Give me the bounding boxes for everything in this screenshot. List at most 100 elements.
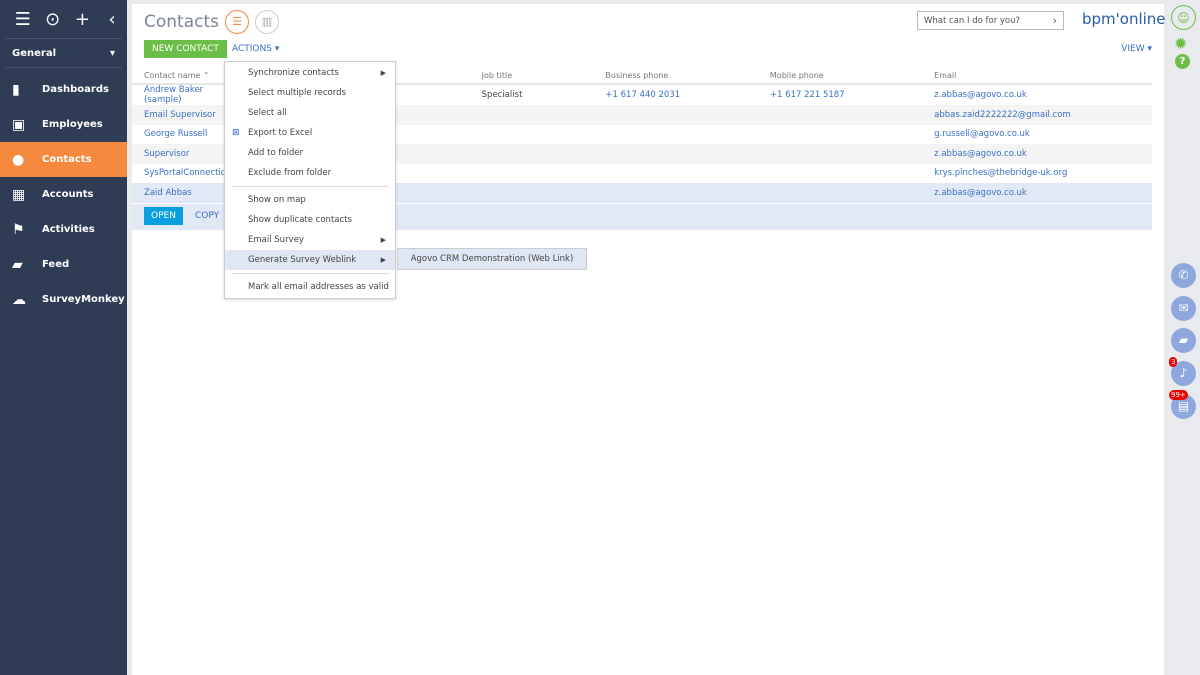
sidebar: ☰ ⊙ + ‹ General ▾ ▮ Dashboards ▣ Employees ● C… xyxy=(0,0,127,675)
flag-icon: ⚑ xyxy=(12,221,25,238)
column-header[interactable]: Email xyxy=(934,68,1152,85)
menu-item-label: Select all xyxy=(248,108,287,118)
list-view-icon[interactable]: ☰ xyxy=(225,10,249,34)
table-cell[interactable] xyxy=(605,144,770,164)
sidebar-item-employees[interactable]: ▣ Employees xyxy=(0,107,127,142)
play-icon[interactable]: ⊙ xyxy=(38,9,68,30)
table-cell xyxy=(482,125,606,145)
logo: bpm'online xyxy=(1082,10,1166,28)
sidebar-item-dashboards[interactable]: ▮ Dashboards xyxy=(0,72,127,107)
table-cell[interactable] xyxy=(770,144,934,164)
gear-icon[interactable]: ✹ xyxy=(1174,34,1187,53)
table-cell[interactable] xyxy=(605,164,770,184)
menu-item-label: Show duplicate contacts xyxy=(248,215,352,225)
table-cell[interactable]: z.abbas@agovo.co.uk xyxy=(934,183,1152,203)
chevron-right-icon: ▶ xyxy=(380,69,386,77)
feed-icon[interactable]: ▤ 99+ xyxy=(1169,390,1196,419)
actions-button[interactable]: ACTIONS ▾ xyxy=(232,44,279,54)
table-cell[interactable]: +1 617 440 2031 xyxy=(605,84,770,105)
phone-icon[interactable]: ✆ xyxy=(1171,263,1196,288)
table-cell[interactable]: z.abbas@agovo.co.uk xyxy=(934,84,1152,105)
table-cell[interactable]: krys.pinches@thebridge-uk.org xyxy=(934,164,1152,184)
id-card-icon: ▣ xyxy=(12,116,26,133)
table-cell[interactable]: +1 617 221 5187 xyxy=(770,84,934,105)
table-cell[interactable]: SysPortalConnection xyxy=(132,164,231,184)
table-cell[interactable] xyxy=(770,164,934,184)
table-cell[interactable] xyxy=(605,183,770,203)
sidebar-item-label: Employees xyxy=(42,119,103,130)
table-cell[interactable] xyxy=(770,183,934,203)
collapse-icon[interactable]: ‹ xyxy=(97,9,127,30)
menu-item[interactable]: Select all xyxy=(225,103,395,123)
table-cell xyxy=(482,105,606,125)
chevron-right-icon: ▶ xyxy=(380,236,386,244)
menu-item-label: Add to folder xyxy=(248,148,304,158)
sidebar-item-label: Activities xyxy=(42,224,95,235)
menu-item-label: Mark all email addresses as valid xyxy=(248,282,389,292)
table-cell[interactable]: g.russell@agovo.co.uk xyxy=(934,125,1152,145)
menu-item[interactable]: Add to folder xyxy=(225,143,395,163)
menu-item[interactable]: Generate Survey Weblink ▶ xyxy=(225,250,395,270)
menu-item[interactable]: ⊠ Export to Excel xyxy=(225,123,395,143)
plus-icon[interactable]: + xyxy=(68,9,98,30)
sidebar-item-label: Contacts xyxy=(42,154,92,165)
copy-button[interactable]: COPY xyxy=(195,211,219,221)
search-input[interactable]: What can I do for you? › xyxy=(917,11,1064,30)
table-cell[interactable]: Zaid Abbas xyxy=(132,183,231,203)
help-icon[interactable]: ? xyxy=(1175,54,1190,69)
bell-icon[interactable]: ♪ 3 xyxy=(1169,357,1196,386)
table-cell[interactable]: Supervisor xyxy=(132,144,231,164)
sidebar-item-surveymonkey[interactable]: ☁ SurveyMonkey xyxy=(0,282,127,317)
menu-item-label: Synchronize contacts xyxy=(248,68,339,78)
analytics-view-icon[interactable]: ▥ xyxy=(255,10,279,34)
profile-icon[interactable]: ☺ xyxy=(1171,5,1196,30)
table-cell[interactable] xyxy=(770,105,934,125)
menu-item-label: Select multiple records xyxy=(248,88,346,98)
column-header[interactable]: Mobile phone xyxy=(769,68,935,85)
email-icon[interactable]: ✉ xyxy=(1171,296,1196,321)
feed-badge: 99+ xyxy=(1169,390,1188,400)
open-button[interactable]: OPEN xyxy=(144,207,183,225)
menu-separator xyxy=(231,273,389,274)
chevron-right-icon: › xyxy=(1052,14,1057,27)
view-button[interactable]: VIEW ▾ xyxy=(1121,44,1152,54)
column-header[interactable]: Business phone xyxy=(605,68,770,85)
table-cell[interactable]: George Russell xyxy=(132,125,231,145)
menu-item[interactable]: Show duplicate contacts xyxy=(225,210,395,230)
table-cell[interactable] xyxy=(605,125,770,145)
table-cell[interactable]: z.abbas@agovo.co.uk xyxy=(934,144,1152,164)
chevron-down-icon: ▾ xyxy=(109,47,115,59)
table-cell xyxy=(482,144,606,164)
menu-item-label: Show on map xyxy=(248,195,306,205)
table-cell[interactable] xyxy=(605,105,770,125)
sidebar-item-label: Dashboards xyxy=(42,84,109,95)
sidebar-item-contacts[interactable]: ● Contacts xyxy=(0,142,127,177)
column-header[interactable]: Contact name ⌃ xyxy=(132,68,232,85)
workplace-select[interactable]: General ▾ xyxy=(5,38,122,68)
table-cell[interactable]: Andrew Baker (sample) xyxy=(132,84,231,105)
submenu-item[interactable]: Agovo CRM Demonstration (Web Link) xyxy=(397,248,587,270)
menu-separator xyxy=(231,186,389,187)
sidebar-item-label: Accounts xyxy=(42,189,94,200)
new-contact-button[interactable]: NEW CONTACT xyxy=(144,40,227,58)
chat-icon[interactable]: ▰ xyxy=(1171,328,1196,353)
page-title: Contacts xyxy=(144,12,219,32)
menu-icon[interactable]: ☰ xyxy=(8,9,38,30)
menu-item[interactable]: Exclude from folder xyxy=(225,163,395,183)
table-cell[interactable]: abbas.zaid2222222@gmail.com xyxy=(934,105,1152,125)
menu-item[interactable]: Synchronize contacts ▶ xyxy=(225,63,395,83)
menu-item-label: Exclude from folder xyxy=(248,168,332,178)
menu-item[interactable]: Email Survey ▶ xyxy=(225,230,395,250)
sidebar-item-feed[interactable]: ▰ Feed xyxy=(0,247,127,282)
menu-item[interactable]: Show on map xyxy=(225,190,395,210)
person-icon: ● xyxy=(12,151,25,168)
column-header[interactable]: Job title xyxy=(481,68,606,85)
sidebar-item-accounts[interactable]: ▦ Accounts xyxy=(0,177,127,212)
sidebar-item-activities[interactable]: ⚑ Activities xyxy=(0,212,127,247)
menu-item[interactable]: Mark all email addresses as valid xyxy=(225,277,395,297)
table-cell[interactable] xyxy=(770,125,934,145)
table-cell xyxy=(482,164,606,184)
menu-item[interactable]: Select multiple records xyxy=(225,83,395,103)
chevron-right-icon: ▶ xyxy=(380,256,386,264)
table-cell[interactable]: Email Supervisor xyxy=(132,105,231,125)
